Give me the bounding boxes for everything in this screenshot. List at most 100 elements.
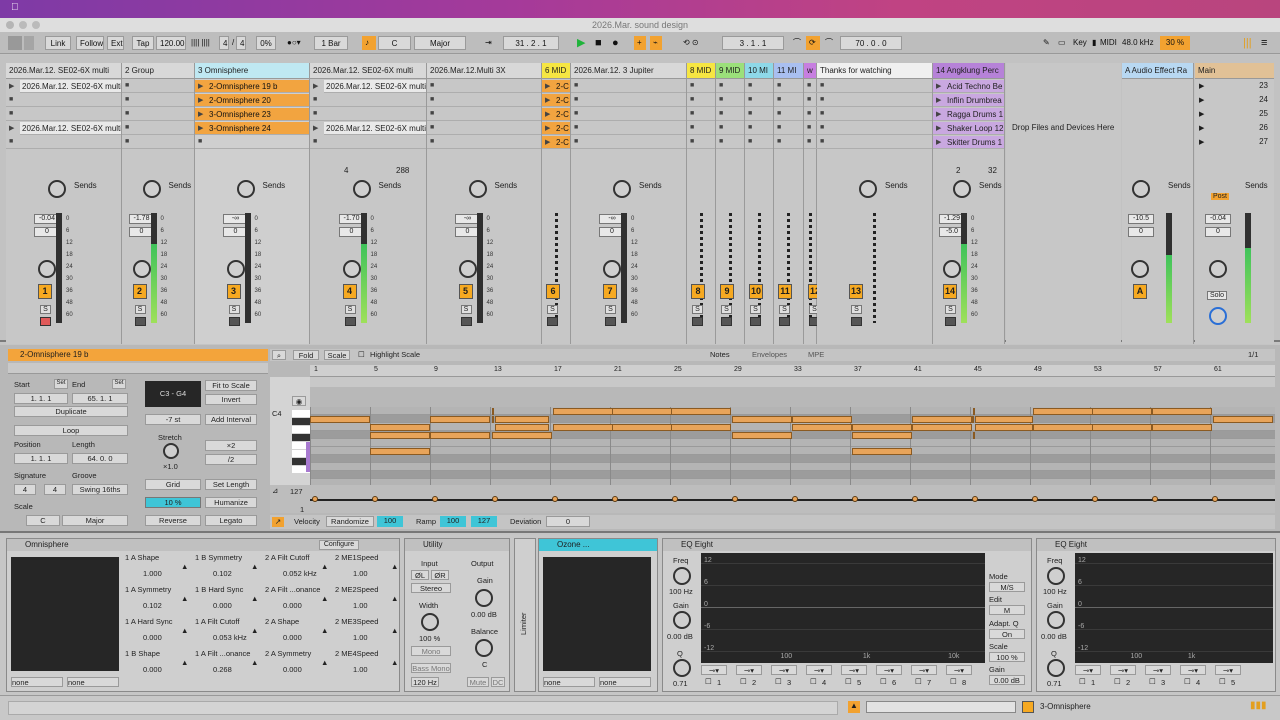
ozone-macro-select-1[interactable]: none [543,677,595,687]
clip-stop-icon[interactable]: ■ [777,138,781,145]
empty-clip-slot[interactable] [817,108,932,121]
adaptive-q-button[interactable]: On [989,629,1025,639]
clip-stop-icon[interactable]: ■ [719,110,723,117]
clip-stop-icon[interactable]: ■ [777,110,781,117]
empty-clip-slot[interactable] [427,80,541,93]
ramp-start-value[interactable]: 100 [440,516,466,527]
midi-note[interactable] [430,416,490,423]
humanize-amount[interactable]: 10 % [145,497,201,508]
loop-button[interactable]: Loop [14,425,128,436]
empty-clip-slot[interactable] [122,136,194,149]
clip-play-icon[interactable]: ▶ [313,124,318,132]
empty-clip-slot[interactable] [195,136,309,149]
eq2-gain-knob[interactable] [1047,611,1065,629]
track-activator-button[interactable]: 7 [603,284,617,299]
minimize-window-button[interactable] [19,21,27,29]
clip-stop-icon[interactable]: ■ [198,138,202,145]
apple-icon[interactable]:  [11,2,19,13]
arm-button[interactable] [945,317,956,326]
double-button[interactable]: ×2 [205,440,257,451]
punch-out-icon[interactable]: ⌒ [822,36,836,50]
clip-stop-icon[interactable]: ■ [574,82,578,89]
tap-tempo-button[interactable]: Tap [132,36,154,50]
arm-button[interactable] [460,317,472,326]
clip-stop-icon[interactable]: ■ [807,124,811,131]
length-field[interactable]: 64. 0. 0 [72,453,128,464]
set-length-button[interactable]: Set Length [205,479,257,490]
ozone-display[interactable] [543,557,651,671]
scale-button[interactable]: Scale [324,350,350,360]
track-header[interactable]: 9 MID [716,63,744,79]
velocity-value[interactable]: 100 [377,516,403,527]
metronome-ticks-icon[interactable]: |||| |||| [188,36,216,50]
velocity-handle[interactable] [732,496,738,502]
eq-q-knob[interactable] [673,659,691,677]
midi-note[interactable] [973,432,975,439]
eq-mode-select[interactable]: M/S [989,582,1025,592]
solo-button[interactable]: S [228,305,240,314]
eq-eight-2-title[interactable]: EQ Eight [1037,539,1275,551]
eq-band-checkbox[interactable]: ☐ [845,677,852,686]
midi-note[interactable] [1092,424,1152,431]
clip-play-icon[interactable]: ▶ [545,96,550,104]
solo-button[interactable]: S [750,305,761,314]
track-header[interactable]: 2 Group [122,63,194,79]
phase-right-button[interactable]: ØR [431,570,449,580]
halve-button[interactable]: /2 [205,454,257,465]
omni-param-pointer-icon[interactable]: ▲ [251,594,258,603]
scale-select[interactable]: Major [414,36,466,50]
solo-button[interactable]: S [344,305,356,314]
follow-button[interactable]: Follow [76,36,104,50]
arm-button[interactable] [40,317,51,326]
link-button[interactable]: Link [45,36,71,50]
arm-button[interactable] [547,317,558,326]
midi-note[interactable] [975,424,1033,431]
midi-note[interactable] [792,416,852,423]
clip-slot[interactable]: 3-Omnisphere 23 [195,108,309,121]
scene-launch-icon[interactable]: ▶ [1199,96,1204,104]
solo-button[interactable]: S [779,305,790,314]
search-icon[interactable]: ⌕ [272,350,286,360]
pan-field[interactable]: 0 [1205,227,1231,237]
omni-param-pointer-icon[interactable]: ▲ [391,658,398,667]
arrangement-view-icon[interactable]: ≡ [1258,36,1272,50]
punch-in-icon[interactable]: ⌒ [790,36,804,50]
omni-param-pointer-icon[interactable]: ▲ [391,626,398,635]
loop-length-field[interactable]: 70 . 0 . 0 [840,36,902,50]
clip-tabs[interactable] [8,363,268,374]
metronome-icon[interactable]: ●○▾ [284,36,310,50]
empty-clip-slot[interactable] [571,80,686,93]
clip-stop-icon[interactable]: ■ [690,110,694,117]
clip-title[interactable]: 2-Omnisphere 19 b [8,349,268,361]
velocity-handle[interactable] [672,496,678,502]
track-header[interactable]: 14 Angklung Perc [933,63,1004,79]
plugin-display[interactable] [11,557,119,671]
clip-slot[interactable]: 2026.Mar.12. SE02-6X multi [20,122,121,135]
midi-note[interactable] [732,416,792,423]
clip-slot[interactable]: 2026.Mar.12. SE02-6X multi [324,80,426,93]
clip-stop-icon[interactable]: ■ [820,138,824,145]
eq-band-filter-select[interactable]: ⊸▾ [876,665,902,675]
velocity-handle[interactable] [792,496,798,502]
randomize-button[interactable]: Randomize [326,516,374,527]
clip-stop-icon[interactable]: ■ [430,110,434,117]
clip-slot[interactable]: Acid Techno Be [933,80,1004,93]
width-knob[interactable] [421,613,439,631]
clip-play-icon[interactable]: ▶ [545,110,550,118]
eq-display[interactable]: 12 6 0 -6 -12 100 1k 10k [701,553,985,663]
ozone-title[interactable]: Ozone ... [539,539,657,551]
clip-stop-icon[interactable]: ■ [430,124,434,131]
ext-sync-button[interactable]: Ext [107,36,124,50]
track-header[interactable]: 2026.Mar.12. SE02-6X multi [310,63,426,79]
pan-knob[interactable] [132,260,151,278]
scene-launch-icon[interactable]: ▶ [1199,110,1204,118]
send-knob[interactable] [48,180,66,198]
midi-note[interactable] [612,408,672,415]
clip-stop-icon[interactable]: ■ [820,124,824,131]
send-knob[interactable] [1132,180,1150,198]
arm-button[interactable] [228,317,240,326]
arm-button[interactable] [344,317,356,326]
pan-knob[interactable] [603,260,621,278]
midi-note[interactable] [370,432,430,439]
empty-clip-slot[interactable] [817,136,932,149]
